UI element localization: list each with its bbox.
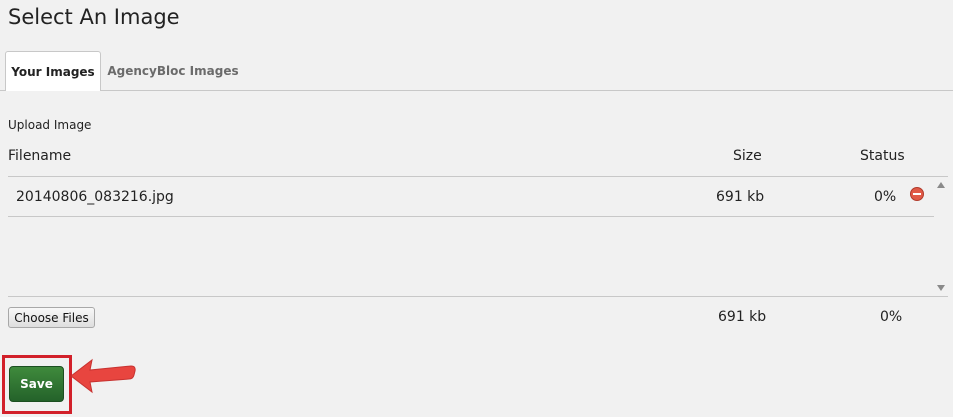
filename-column-header: Filename (8, 148, 72, 164)
file-status: 0% (874, 189, 897, 205)
total-size: 691 kb (718, 309, 767, 325)
tab-strip: Your Images AgencyBloc Images (0, 51, 953, 91)
file-size: 691 kb (716, 189, 765, 205)
tab-your-images[interactable]: Your Images (5, 51, 101, 91)
pointer-arrow-icon (70, 358, 136, 394)
file-name: 20140806_083216.jpg (16, 189, 174, 205)
size-column-header: Size (733, 148, 762, 164)
tab-agencybloc-images[interactable]: AgencyBloc Images (104, 51, 242, 90)
scroll-up-arrow-icon[interactable] (937, 182, 945, 188)
file-list: 20140806_083216.jpg 691 kb 0% (8, 176, 948, 297)
table-row: 20140806_083216.jpg 691 kb 0% (8, 177, 934, 217)
choose-files-button[interactable]: Choose Files (8, 307, 95, 328)
scroll-down-arrow-icon[interactable] (937, 285, 945, 291)
total-status: 0% (880, 309, 903, 325)
status-column-header: Status (860, 148, 905, 164)
save-button[interactable]: Save (9, 366, 64, 402)
remove-icon[interactable] (910, 187, 924, 201)
upload-image-label: Upload Image (8, 118, 92, 132)
page-title: Select An Image (8, 5, 180, 29)
file-list-scrollbar[interactable] (934, 177, 948, 296)
